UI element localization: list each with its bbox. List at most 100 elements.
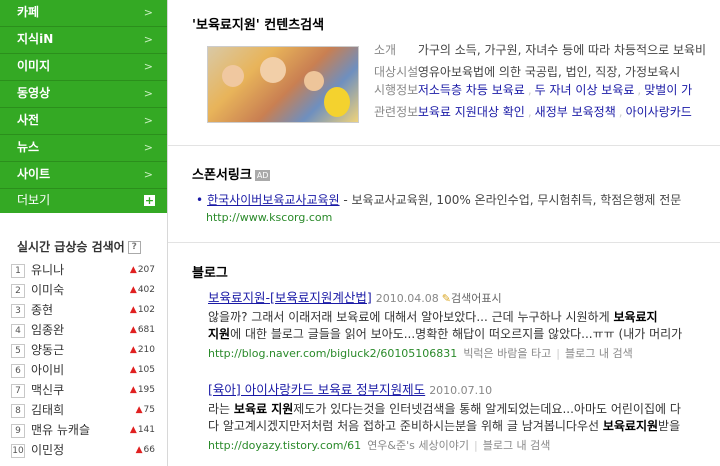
nav-news[interactable]: 뉴스 > xyxy=(0,135,167,162)
info-label: 소개 xyxy=(374,43,397,57)
in-blog-search-link[interactable]: 블로그 내 검색 xyxy=(565,347,633,360)
rank-badge: 2 xyxy=(11,283,25,298)
blog-snippet-line: 지원에 대한 블로그 글들을 읽어 보아도...명확한 해답이 떠오르지를 않았… xyxy=(208,326,682,343)
rank-change-value: 75 xyxy=(143,405,155,415)
plus-icon[interactable]: + xyxy=(144,195,155,206)
separator-dot: , xyxy=(637,83,642,97)
separator-dot: , xyxy=(618,105,623,119)
related-link[interactable]: 새정부 보육정책 xyxy=(535,105,616,119)
chevron-right-icon: > xyxy=(143,87,153,100)
realtime-word[interactable]: 이미숙 xyxy=(31,283,64,297)
realtime-word[interactable]: 김태희 xyxy=(31,403,64,417)
nav-more[interactable]: 더보기 + xyxy=(0,189,167,213)
chevron-right-icon: > xyxy=(143,168,153,181)
realtime-word[interactable]: 종현 xyxy=(31,303,53,317)
realtime-item[interactable]: 8 김태희 ▲75 xyxy=(11,400,161,420)
related-link[interactable]: 아이사랑카드 xyxy=(626,105,692,119)
daycare-photo[interactable] xyxy=(207,46,359,123)
up-arrow-icon: ▲ xyxy=(129,365,137,375)
snippet-text: 제도가 있다는것을 인터넷검색을 통해 알게되었는데요...아마도 어린이집에 … xyxy=(293,402,681,416)
blog-item-title-row: [육아] 아이사랑카드 보육료 정부지원제도 2010.07.10 xyxy=(208,382,492,399)
related-link[interactable]: 보육료 지원대상 확인 xyxy=(418,105,525,119)
nav-dictionary[interactable]: 사전 > xyxy=(0,108,167,135)
blog-meta: http://blog.naver.com/bigluck2/601051068… xyxy=(208,346,633,362)
info-intro: 소개 가구의 소득, 가구원, 자녀수 등에 따라 차등적으로 보육비 xyxy=(374,40,706,60)
keyword-display-toggle[interactable]: 검색어표시 xyxy=(451,292,502,305)
realtime-item[interactable]: 10 이민정 ▲66 xyxy=(11,440,161,460)
realtime-item[interactable]: 3 종현 ▲102 xyxy=(11,300,161,320)
realtime-item[interactable]: 4 임종완 ▲681 xyxy=(11,320,161,340)
rank-badge: 1 xyxy=(11,263,25,278)
nav-cafe[interactable]: 카페 > xyxy=(0,0,167,27)
nav-site[interactable]: 사이트 > xyxy=(0,162,167,189)
snippet-highlight: 보육료지 xyxy=(613,310,658,324)
rank-change-value: 141 xyxy=(137,425,155,435)
help-icon[interactable]: ? xyxy=(127,241,141,254)
realtime-item[interactable]: 7 맥신쿠 ▲195 xyxy=(11,380,161,400)
info-text: 영유아보육법에 의한 국공립, 법인, 직장, 가정보육시 xyxy=(417,65,681,79)
blog-author[interactable]: 빅럭은 바람을 타고 xyxy=(463,347,551,360)
snippet-highlight: 지원 xyxy=(208,327,231,341)
separator-dot: , xyxy=(527,105,532,119)
realtime-item[interactable]: 6 아이비 ▲105 xyxy=(11,360,161,380)
content-search-title: '보육료지원' 컨텐츠검색 xyxy=(192,18,325,33)
rank-change: ▲102 xyxy=(130,300,155,320)
info-link[interactable]: 두 자녀 이상 보육료 xyxy=(535,83,635,97)
sponsor-title-text: 스폰서링크 xyxy=(192,168,252,183)
blog-title-link[interactable]: 보육료지원-[보육료지원계산법] xyxy=(208,290,372,305)
rank-badge: 4 xyxy=(11,323,25,338)
main-content: '보육료지원' 컨텐츠검색 소개 가구의 소득, 가구원, 자녀수 등에 따라 … xyxy=(168,0,720,466)
realtime-item[interactable]: 2 이미숙 ▲402 xyxy=(11,280,161,300)
realtime-item[interactable]: 1 유니나 ▲207 xyxy=(11,260,161,280)
rank-change-value: 105 xyxy=(137,365,155,375)
in-blog-search-link[interactable]: 블로그 내 검색 xyxy=(483,439,551,452)
nav-kin[interactable]: 지식iN > xyxy=(0,27,167,54)
sponsor-link[interactable]: 한국사이버보육교사교육원 xyxy=(207,193,339,207)
sponsor-url[interactable]: http://www.kscorg.com xyxy=(206,211,332,224)
info-label: 대상시설 xyxy=(374,65,419,79)
up-arrow-icon: ▲ xyxy=(129,425,137,435)
realtime-word[interactable]: 맨유 뉴캐슬 xyxy=(31,423,90,437)
rank-badge: 9 xyxy=(11,423,25,438)
blog-url[interactable]: http://blog.naver.com/bigluck2/601051068… xyxy=(208,347,457,360)
realtime-item[interactable]: 9 맨유 뉴캐슬 ▲141 xyxy=(11,420,161,440)
pencil-icon: ✎ xyxy=(441,292,451,305)
realtime-item[interactable]: 5 양동근 ▲210 xyxy=(11,340,161,360)
info-text: 가구의 소득, 가구원, 자녀수 등에 따라 차등적으로 보육비 xyxy=(417,43,707,57)
nav-video[interactable]: 동영상 > xyxy=(0,81,167,108)
info-link[interactable]: 저소득층 차등 보육료 xyxy=(418,83,525,97)
blog-url[interactable]: http://doyazy.tistory.com/61 xyxy=(208,439,361,452)
separator: | xyxy=(556,347,560,360)
rank-change: ▲141 xyxy=(130,420,155,440)
realtime-title-text: 실시간 급상승 검색어 xyxy=(17,240,125,254)
chevron-right-icon: > xyxy=(143,141,153,154)
divider xyxy=(168,145,720,146)
realtime-word[interactable]: 아이비 xyxy=(31,363,64,377)
child-figure xyxy=(304,71,324,91)
realtime-word[interactable]: 양동근 xyxy=(31,343,64,357)
nav-label: 이미지 xyxy=(17,59,51,73)
rank-change-value: 402 xyxy=(137,285,155,295)
sponsor-title: 스폰서링크 AD xyxy=(192,164,271,183)
realtime-title: 실시간 급상승 검색어? xyxy=(17,238,141,255)
info-related: 관련정보 보육료 지원대상 확인, 새정부 보육정책, 아이사랑카드 xyxy=(374,102,692,122)
realtime-word[interactable]: 임종완 xyxy=(31,323,64,337)
realtime-word[interactable]: 맥신쿠 xyxy=(31,383,64,397)
child-figure xyxy=(260,57,286,83)
separator: | xyxy=(473,439,478,452)
info-link[interactable]: 맞벌이 가 xyxy=(644,83,692,97)
blog-author[interactable]: 연우&준's 세상이야기 xyxy=(367,439,469,452)
rank-badge: 6 xyxy=(11,363,25,378)
blog-snippet-line: 않을까? 그래서 이래저래 보육료에 대해서 알아보았다... 근데 누구하나 … xyxy=(208,309,658,326)
realtime-word[interactable]: 유니나 xyxy=(31,263,64,277)
nav-image[interactable]: 이미지 > xyxy=(0,54,167,81)
info-policy: 시행정보 저소득층 차등 보육료, 두 자녀 이상 보육료, 맞벌이 가 xyxy=(374,80,692,100)
blog-title-link[interactable]: [육아] 아이사랑카드 보육료 정부지원제도 xyxy=(208,382,425,397)
realtime-word[interactable]: 이민정 xyxy=(31,443,64,457)
up-arrow-icon: ▲ xyxy=(129,345,137,355)
blog-snippet-line: 다 알고계시겠지만저처럼 처음 접하고 준비하시는분을 위해 글 남겨봅니다우선… xyxy=(208,418,680,435)
rank-badge: 5 xyxy=(11,343,25,358)
divider xyxy=(168,242,720,243)
up-arrow-icon: ▲ xyxy=(129,305,137,315)
rank-change: ▲66 xyxy=(136,440,155,460)
